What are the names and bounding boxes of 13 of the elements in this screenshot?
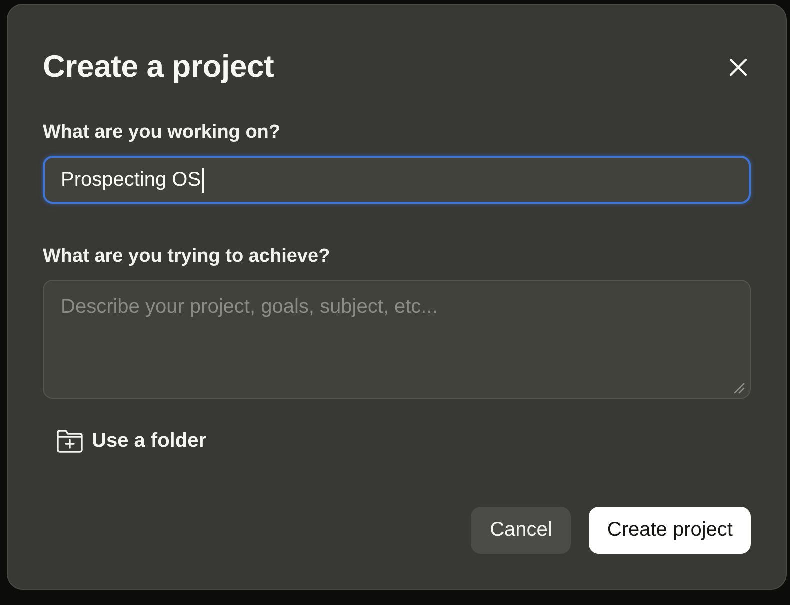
text-cursor-icon [202, 168, 204, 192]
use-folder-button[interactable]: Use a folder [51, 426, 212, 457]
field-label: What are you trying to achieve? [43, 246, 332, 268]
textarea-field[interactable]: Describe your project, goals, subject, etc... [43, 280, 751, 399]
text-input-field[interactable]: Prospecting OS [43, 156, 751, 204]
resize-grip-icon[interactable] [734, 383, 745, 394]
close-button[interactable] [729, 58, 748, 76]
dialog-title: Create a project [43, 48, 274, 86]
create-project-button[interactable]: Create project [589, 507, 751, 554]
cancel-button[interactable]: Cancel [471, 507, 572, 554]
folder-plus-icon [57, 430, 83, 453]
field-label: What are you working on? [43, 122, 282, 144]
close-icon [729, 58, 748, 76]
